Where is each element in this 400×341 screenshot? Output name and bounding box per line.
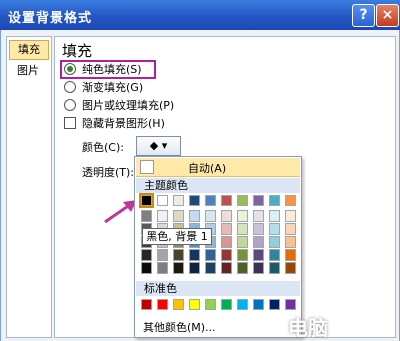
window-title: 设置背景格式: [8, 11, 93, 26]
more-colors-item[interactable]: 其他颜色(M)...: [143, 319, 216, 335]
theme-color-swatch[interactable]: [269, 236, 280, 248]
theme-color-swatch[interactable]: [221, 236, 232, 248]
theme-color-swatch[interactable]: [173, 262, 184, 274]
swatch-tooltip: 黑色, 背景 1: [142, 228, 212, 245]
theme-color-swatch[interactable]: [269, 262, 280, 274]
standard-color-swatch[interactable]: [253, 299, 264, 310]
theme-color-swatch[interactable]: [269, 223, 280, 235]
theme-color-swatch[interactable]: [285, 223, 296, 235]
standard-color-swatch[interactable]: [173, 299, 184, 310]
radio-icon[interactable]: [64, 99, 76, 111]
sidebar-item-fill[interactable]: 填充: [9, 40, 49, 60]
color-dropdown: 自动(A) 主题颜色 标准色 其他颜色(M)...: [134, 156, 302, 338]
theme-color-swatch[interactable]: [173, 195, 184, 206]
auto-swatch: [140, 160, 154, 174]
theme-color-swatch[interactable]: [253, 195, 264, 206]
theme-color-swatch[interactable]: [253, 223, 264, 235]
theme-color-swatch[interactable]: [189, 210, 200, 222]
theme-color-swatch[interactable]: [285, 249, 296, 261]
panel-heading: 填充: [62, 42, 93, 60]
theme-color-swatch[interactable]: [253, 210, 264, 222]
help-button[interactable]: ?: [352, 4, 375, 27]
close-button[interactable]: ×: [376, 4, 399, 27]
theme-color-swatch[interactable]: [139, 193, 154, 208]
theme-color-swatch[interactable]: [221, 195, 232, 206]
solid-fill-label: 纯色填充(S): [82, 63, 142, 76]
picture-fill-label: 图片或纹理填充(P): [82, 99, 175, 112]
theme-color-swatch[interactable]: [157, 262, 168, 274]
standard-color-swatch[interactable]: [141, 299, 152, 310]
theme-color-swatch[interactable]: [269, 195, 280, 206]
gradient-fill-label: 渐变填充(G): [82, 81, 144, 94]
theme-color-swatch[interactable]: [205, 210, 216, 222]
theme-color-swatch[interactable]: [221, 262, 232, 274]
standard-color-swatch[interactable]: [189, 299, 200, 310]
theme-color-swatch[interactable]: [237, 249, 248, 261]
hide-background-label: 隐藏背景图形(H): [82, 117, 165, 130]
theme-color-swatch[interactable]: [221, 249, 232, 261]
theme-color-swatch[interactable]: [205, 262, 216, 274]
theme-color-swatch[interactable]: [237, 262, 248, 274]
standard-colors-header: 标准色: [136, 281, 300, 296]
theme-color-swatch[interactable]: [269, 249, 280, 261]
standard-color-swatch[interactable]: [157, 299, 168, 310]
theme-color-swatch[interactable]: [237, 223, 248, 235]
transparency-label: 透明度(T):: [82, 166, 135, 179]
theme-color-swatch[interactable]: [205, 249, 216, 261]
theme-color-swatch[interactable]: [221, 223, 232, 235]
sidebar: 填充 图片: [6, 36, 52, 338]
watermark: 电脑: [288, 316, 328, 340]
hide-background-option[interactable]: 隐藏背景图形(H): [64, 116, 165, 132]
theme-color-swatch[interactable]: [141, 249, 152, 261]
theme-color-swatch[interactable]: [237, 195, 248, 206]
theme-color-swatch[interactable]: [157, 210, 168, 222]
theme-color-swatch[interactable]: [173, 249, 184, 261]
theme-colors-header: 主题颜色: [136, 178, 300, 193]
theme-color-swatch[interactable]: [205, 195, 216, 206]
theme-color-swatch[interactable]: [141, 210, 152, 222]
standard-color-swatch[interactable]: [221, 299, 232, 310]
theme-color-swatch[interactable]: [157, 195, 168, 206]
color-label: 颜色(C):: [82, 141, 124, 154]
color-picker-button[interactable]: ◆ ▾: [136, 136, 181, 156]
theme-color-swatch[interactable]: [285, 210, 296, 222]
paint-bucket-icon: ◆ ▾: [149, 139, 168, 152]
theme-color-swatch[interactable]: [189, 249, 200, 261]
theme-color-swatch[interactable]: [253, 236, 264, 248]
theme-color-swatch[interactable]: [253, 262, 264, 274]
theme-color-swatch[interactable]: [221, 210, 232, 222]
theme-color-swatch[interactable]: [253, 249, 264, 261]
theme-color-swatch[interactable]: [285, 262, 296, 274]
standard-color-swatch[interactable]: [269, 299, 280, 310]
solid-fill-option[interactable]: 纯色填充(S): [64, 62, 142, 78]
theme-color-swatch[interactable]: [173, 210, 184, 222]
picture-fill-option[interactable]: 图片或纹理填充(P): [64, 98, 174, 114]
theme-color-swatch[interactable]: [189, 262, 200, 274]
theme-color-swatch[interactable]: [237, 210, 248, 222]
radio-icon[interactable]: [64, 81, 76, 93]
theme-color-swatch[interactable]: [141, 262, 152, 274]
theme-color-swatch[interactable]: [237, 236, 248, 248]
auto-color-label: 自动(A): [188, 162, 227, 175]
checkbox-icon[interactable]: [64, 117, 76, 129]
title-bar: 设置背景格式 ? ×: [0, 0, 400, 30]
sidebar-item-picture[interactable]: 图片: [9, 62, 47, 80]
gradient-fill-option[interactable]: 渐变填充(G): [64, 80, 143, 96]
auto-color-item[interactable]: 自动(A): [136, 158, 300, 177]
standard-color-swatch[interactable]: [205, 299, 216, 310]
theme-color-swatch[interactable]: [269, 210, 280, 222]
theme-color-swatch[interactable]: [285, 195, 296, 206]
theme-color-swatch[interactable]: [285, 236, 296, 248]
theme-color-swatch[interactable]: [157, 249, 168, 261]
radio-selected-icon[interactable]: [64, 63, 76, 75]
theme-color-swatch[interactable]: [189, 195, 200, 206]
standard-color-swatch[interactable]: [237, 299, 248, 310]
standard-color-swatch[interactable]: [285, 299, 296, 310]
